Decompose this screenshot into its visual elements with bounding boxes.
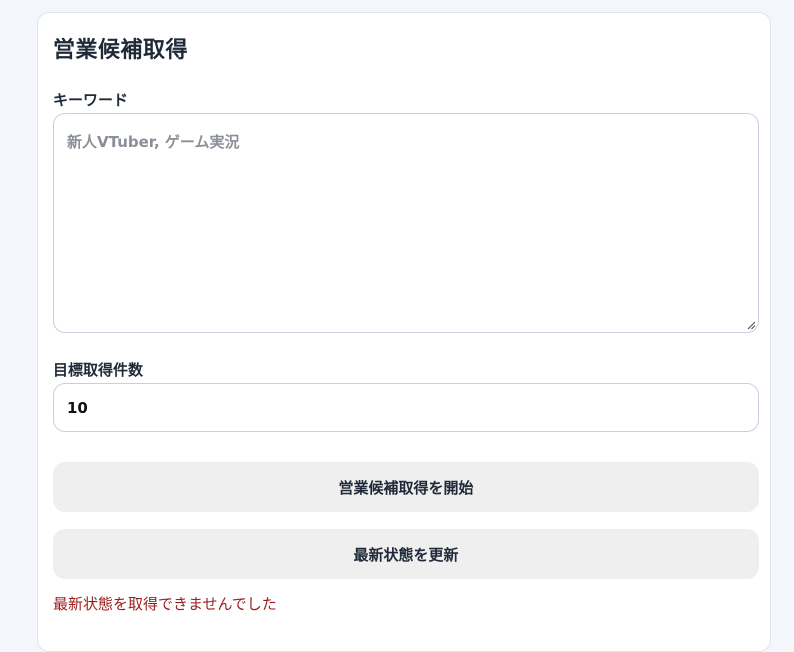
keyword-placeholder: 新人VTuber, ゲーム実況	[67, 133, 240, 151]
resize-handle-icon[interactable]	[747, 321, 756, 330]
error-message: 最新状態を取得できませんでした	[53, 595, 277, 613]
lead-fetch-card: 営業候補取得 キーワード 新人VTuber, ゲーム実況 目標取得件数 10 営…	[37, 12, 771, 652]
page-title: 営業候補取得	[53, 38, 189, 63]
keyword-textarea[interactable]: 新人VTuber, ゲーム実況	[53, 113, 759, 333]
target-count-label: 目標取得件数	[53, 361, 144, 379]
target-count-value: 10	[67, 399, 88, 417]
keyword-label: キーワード	[53, 91, 129, 109]
refresh-status-button[interactable]: 最新状態を更新	[53, 529, 759, 579]
start-fetch-button[interactable]: 営業候補取得を開始	[53, 462, 759, 512]
target-count-input[interactable]: 10	[53, 383, 759, 432]
